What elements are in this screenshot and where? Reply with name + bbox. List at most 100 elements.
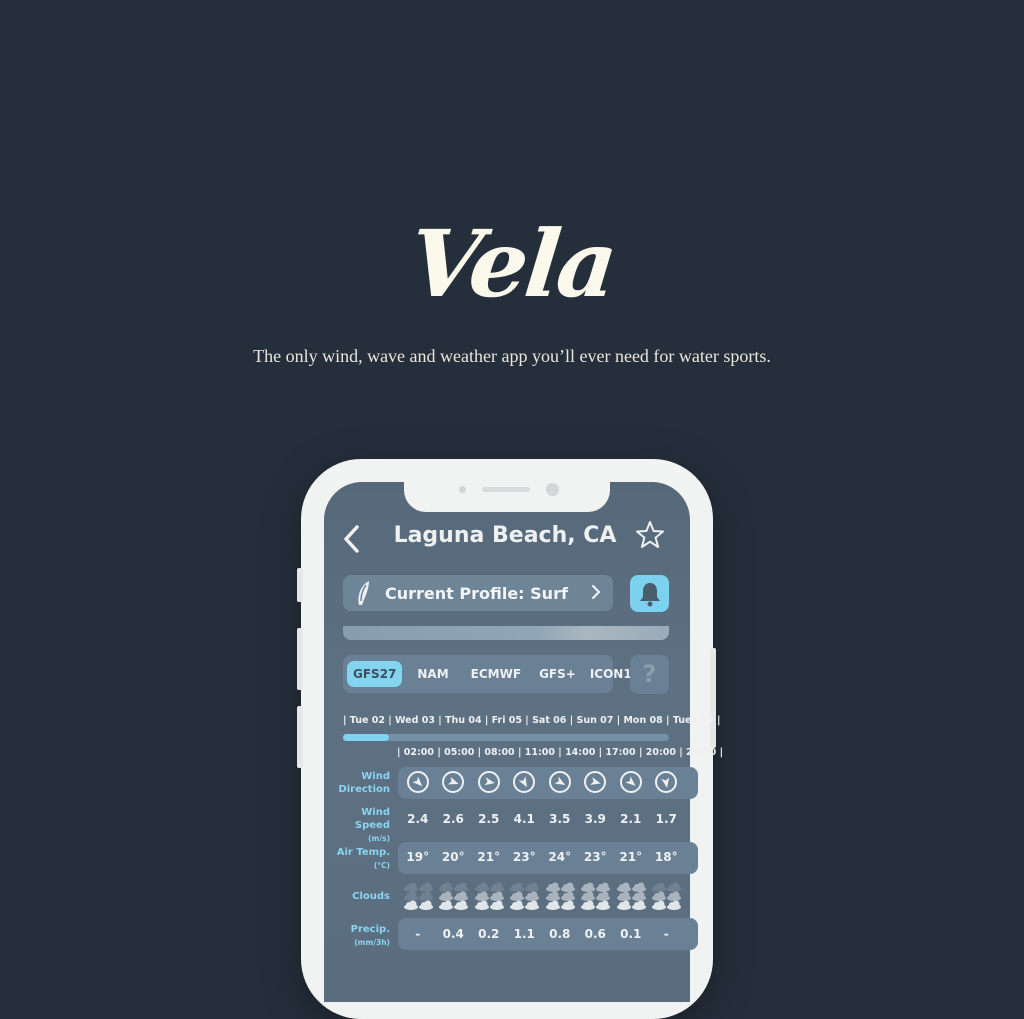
- wind-direction-cell: [507, 771, 543, 793]
- wind-speed-label: Wind Speed (m/s): [330, 806, 390, 845]
- profile-selector[interactable]: Current Profile: Surf: [343, 575, 613, 611]
- precip-value: 0.2: [478, 927, 500, 941]
- cloud-cell: [471, 878, 507, 914]
- precip-value: 0.6: [584, 927, 606, 941]
- phone-power-button: [710, 648, 716, 748]
- wind-speed-value: 2.6: [442, 812, 464, 826]
- clouds-label: Clouds: [352, 891, 390, 902]
- cloud-icon: [510, 882, 540, 910]
- cloud-cell: [613, 878, 649, 914]
- wind-arrow-icon: [406, 771, 429, 793]
- wind-direction-label: Wind Direction: [330, 770, 390, 796]
- wind-direction-cell: [649, 771, 685, 793]
- day-scroll-handle[interactable]: [343, 734, 389, 741]
- star-icon: [636, 521, 664, 548]
- wind-speed-value: 2.5: [478, 812, 500, 826]
- wind-direction-values: [400, 771, 700, 793]
- favorite-button[interactable]: [634, 520, 666, 554]
- cloud-icon: [652, 882, 682, 910]
- model-tab-gfs27[interactable]: GFS27: [347, 661, 403, 687]
- bell-icon: [639, 582, 660, 606]
- hour-timeline: | 02:00 | 05:00 | 08:00 | 11:00 | 14:00 …: [397, 747, 724, 758]
- precip-value: 1.1: [513, 927, 535, 941]
- front-camera: [546, 483, 559, 496]
- location-title: Laguna Beach, CA: [393, 523, 617, 548]
- model-tab-gfs-plus[interactable]: GFS+: [532, 667, 583, 681]
- wind-arrow-icon: [513, 771, 536, 793]
- air-temp-value: 21°: [477, 850, 501, 864]
- surfboard-icon: [358, 581, 369, 605]
- cloud-icon: [403, 882, 433, 910]
- wind-speed-label-line1: Wind: [361, 807, 390, 818]
- proximity-sensor: [459, 486, 466, 493]
- precip-unit: (mm/3h): [354, 938, 390, 947]
- cloud-icon: [474, 882, 504, 910]
- wind-speed-label-line2: Speed: [354, 820, 390, 831]
- precip-value: -: [415, 927, 421, 941]
- cloud-cell: [578, 878, 614, 914]
- cloud-cell: [400, 878, 436, 914]
- wind-direction-cell: [578, 771, 614, 793]
- model-tab-nam[interactable]: NAM: [410, 667, 455, 681]
- wind-direction-cell: [471, 771, 507, 793]
- tagline: The only wind, wave and weather app you’…: [253, 346, 771, 366]
- wind-speed-value: 1.7: [655, 812, 677, 826]
- wind-speed-value: 2.1: [620, 812, 642, 826]
- air-temp-unit: (°C): [373, 861, 390, 870]
- precip-value: 0.1: [620, 927, 642, 941]
- air-temp-value: 23°: [583, 850, 607, 864]
- wind-speed-value: 4.1: [513, 812, 535, 826]
- model-selector: GFS27 NAM ECMWF GFS+ ICON13: [343, 655, 640, 693]
- wind-arrow-icon: [477, 771, 500, 793]
- phone-volume-down: [297, 706, 303, 768]
- earpiece-speaker: [482, 487, 530, 492]
- clouds-values: [400, 878, 700, 914]
- cloud-cell: [507, 878, 543, 914]
- air-temp-value: 24°: [548, 850, 572, 864]
- wind-arrow-icon: [655, 771, 678, 793]
- wind-speed-unit: (m/s): [368, 834, 390, 843]
- cloud-cell: [542, 878, 578, 914]
- app-logo: Vela: [404, 210, 620, 318]
- wind-speed-value: 2.4: [407, 812, 429, 826]
- chevron-left-icon: [344, 525, 359, 553]
- wind-speed-values: 2.4 2.6 2.5 4.1 3.5 3.9 2.1 1.7: [400, 812, 700, 826]
- map-preview[interactable]: [343, 626, 669, 640]
- wind-direction-label-line2: Direction: [338, 784, 390, 795]
- cloud-icon: [581, 882, 611, 910]
- precip-value: 0.8: [549, 927, 571, 941]
- air-temp-label: Air Temp. (°C): [330, 846, 390, 872]
- wind-direction-cell: [436, 771, 472, 793]
- day-timeline: | Tue 02 | Wed 03 | Thu 04 | Fri 05 | Sa…: [343, 715, 721, 726]
- chevron-right-icon: [591, 583, 601, 606]
- precip-label-line1: Precip.: [350, 924, 390, 935]
- air-temp-values: 19° 20° 21° 23° 24° 23° 21° 18°: [400, 850, 700, 864]
- phone-volume-up: [297, 628, 303, 690]
- wind-direction-cell: [400, 771, 436, 793]
- phone-mute-switch: [297, 568, 303, 602]
- cloud-cell: [436, 878, 472, 914]
- day-scroll-track[interactable]: [343, 734, 669, 741]
- wind-arrow-icon: [619, 771, 642, 793]
- wind-arrow-icon: [442, 771, 465, 793]
- precip-label: Precip. (mm/3h): [330, 923, 390, 949]
- cloud-icon: [616, 882, 646, 910]
- cloud-icon: [545, 882, 575, 910]
- help-button[interactable]: ?: [630, 655, 669, 694]
- back-button[interactable]: [340, 522, 364, 556]
- cloud-icon: [439, 882, 469, 910]
- model-tab-ecmwf[interactable]: ECMWF: [464, 667, 528, 681]
- profile-label: Current Profile: Surf: [385, 583, 568, 603]
- air-temp-label-line1: Air Temp.: [336, 847, 390, 858]
- wind-direction-label-line1: Wind: [361, 771, 390, 782]
- wind-arrow-icon: [548, 771, 571, 793]
- alerts-button[interactable]: [630, 575, 669, 612]
- wind-speed-value: 3.9: [584, 812, 606, 826]
- air-temp-value: 20°: [441, 850, 465, 864]
- air-temp-value: 21°: [619, 850, 643, 864]
- wind-direction-cell: [542, 771, 578, 793]
- wind-arrow-icon: [584, 771, 607, 793]
- cloud-cell: [649, 878, 685, 914]
- air-temp-value: 19°: [406, 850, 430, 864]
- air-temp-value: 18°: [654, 850, 678, 864]
